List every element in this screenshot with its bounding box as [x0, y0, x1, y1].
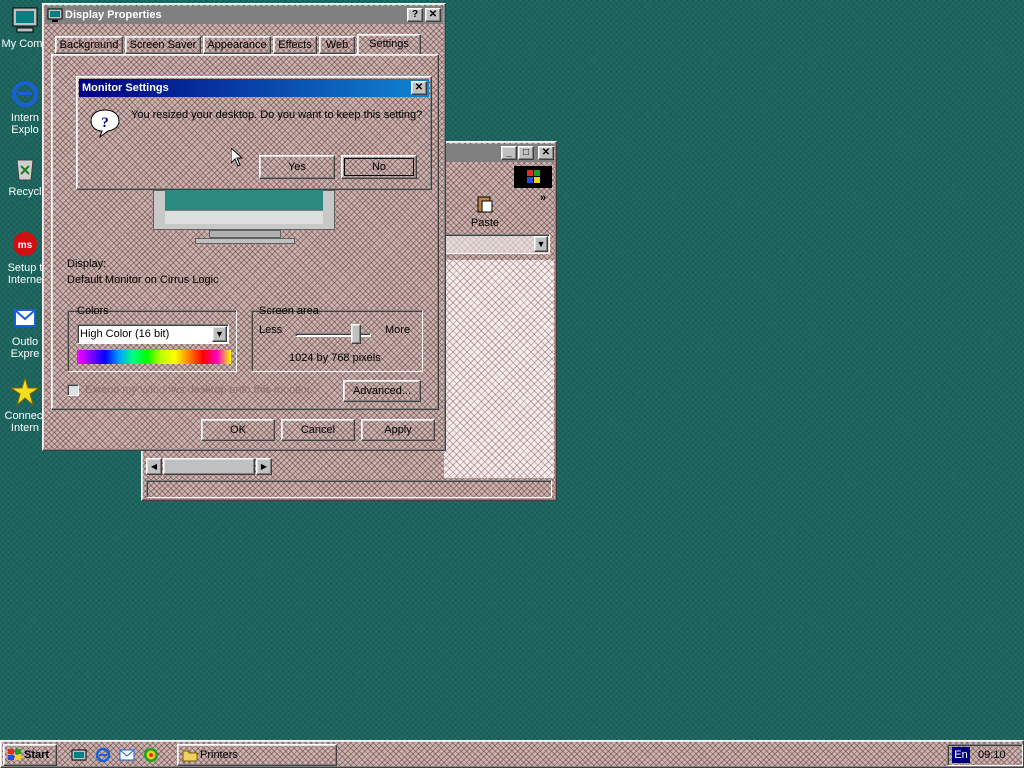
msn-icon: ms [13, 232, 37, 256]
display-properties-window[interactable]: Display Properties ? ✕ Background Screen… [42, 3, 446, 451]
question-icon: ? [90, 109, 120, 139]
chevron-down-icon[interactable]: ▼ [212, 326, 227, 342]
cancel-button[interactable]: Cancel [281, 419, 355, 441]
monitor-settings-titlebar[interactable]: Monitor Settings [79, 79, 429, 97]
paste-icon [477, 196, 493, 213]
colors-dropdown[interactable]: High Color (16 bit) ▼ [77, 324, 229, 344]
tab-background[interactable]: Background [55, 36, 123, 54]
printers-content-pane[interactable] [444, 260, 554, 478]
my-computer-icon [12, 7, 38, 33]
printers-folder-icon [182, 750, 198, 762]
system-tray: En 09:10 [947, 744, 1023, 766]
svg-text:ms: ms [18, 240, 33, 251]
ok-button[interactable]: OK [201, 419, 275, 441]
colors-selected-value: High Color (16 bit) [80, 328, 170, 340]
taskbar-item-label: Printers [200, 749, 238, 761]
display-value: Default Monitor on Cirrus Logic [67, 274, 219, 286]
desktop-icon-label: Outlo Expre [10, 336, 40, 360]
advanced-button[interactable]: Advanced... [343, 380, 421, 402]
display-label: Display: [67, 258, 107, 270]
paste-label: Paste [470, 217, 500, 229]
clock[interactable]: 09:10 [978, 749, 1006, 761]
scroll-right-button[interactable]: ▶ [256, 458, 272, 475]
outlook-express-icon[interactable] [119, 747, 135, 763]
display-properties-titlebar[interactable]: Display Properties [45, 6, 443, 24]
display-properties-icon [47, 8, 63, 22]
horizontal-scrollbar[interactable]: ◀ ▶ [146, 458, 272, 476]
recycle-bin-icon [16, 159, 34, 181]
tab-appearance[interactable]: Appearance [203, 36, 271, 54]
quick-launch [65, 745, 165, 765]
connect-wizard-icon [9, 376, 41, 407]
dialog-title: Monitor Settings [82, 82, 169, 94]
internet-explorer-icon[interactable] [95, 747, 111, 763]
channels-icon[interactable] [143, 747, 159, 763]
scroll-thumb[interactable] [163, 458, 255, 475]
maximize-button[interactable]: □ [518, 146, 534, 160]
monitor-preview [151, 190, 337, 250]
close-button[interactable]: ✕ [411, 81, 427, 95]
close-button[interactable]: ✕ [425, 8, 441, 22]
mouse-cursor-icon [231, 148, 243, 167]
outlook-express-icon [14, 309, 36, 327]
start-button[interactable]: Start [3, 744, 57, 766]
show-desktop-icon[interactable] [71, 747, 87, 763]
tab-effects[interactable]: Effects [273, 36, 317, 54]
internet-explorer-icon [12, 81, 38, 107]
help-button[interactable]: ? [407, 8, 423, 22]
window-title: Display Properties [65, 9, 162, 21]
dialog-message: You resized your desktop. Do you want to… [131, 109, 423, 121]
start-label: Start [24, 749, 50, 761]
windows-start-icon [8, 749, 21, 760]
desktop-icon-label: Recycl [8, 186, 42, 198]
desktop-icon-label: Setup t Interne [7, 262, 43, 286]
apply-button[interactable]: Apply [361, 419, 435, 441]
tab-strip: Background Screen Saver Appearance Effec… [55, 34, 435, 56]
tab-screen-saver[interactable]: Screen Saver [125, 36, 201, 54]
scroll-left-button[interactable]: ◀ [146, 458, 162, 475]
less-label: Less [259, 324, 283, 336]
screen-area-label: Screen area [259, 305, 319, 317]
color-spectrum-bar [77, 350, 231, 364]
extend-desktop-label: Extend my Windows desktop onto this moni… [85, 384, 314, 396]
slider-thumb[interactable] [351, 324, 361, 344]
paste-toolbar-button[interactable]: Paste [457, 192, 513, 232]
extend-desktop-checkbox[interactable] [67, 384, 79, 396]
windows-logo-icon [514, 166, 552, 188]
tab-settings[interactable]: Settings [357, 34, 421, 56]
address-dropdown-button[interactable]: ▼ [534, 236, 548, 252]
colors-group-label: Colors [77, 305, 109, 317]
no-button[interactable]: No [341, 155, 417, 179]
taskbar: Start Printers En 09:10 [0, 740, 1024, 768]
desktop-icon-label: Intern Explo [10, 112, 40, 136]
status-bar [146, 480, 552, 498]
tab-web[interactable]: Web [319, 36, 355, 54]
toolbar-chevron-icon[interactable]: » [540, 192, 546, 204]
resolution-value: 1024 by 768 pixels [289, 352, 381, 364]
more-label: More [385, 324, 411, 336]
close-button[interactable]: ✕ [538, 146, 554, 160]
desktop-icon-label: Connect Intern [4, 410, 46, 434]
minimize-button[interactable]: _ [501, 146, 517, 160]
taskbar-item-printers[interactable]: Printers [177, 744, 337, 766]
resolution-slider[interactable] [295, 324, 371, 346]
svg-text:?: ? [101, 115, 109, 131]
monitor-settings-dialog[interactable]: Monitor Settings ✕ ? You resized your de… [76, 76, 432, 190]
language-indicator[interactable]: En [952, 747, 970, 763]
yes-button[interactable]: Yes [259, 155, 335, 179]
address-combo[interactable]: ▼ [442, 234, 550, 254]
